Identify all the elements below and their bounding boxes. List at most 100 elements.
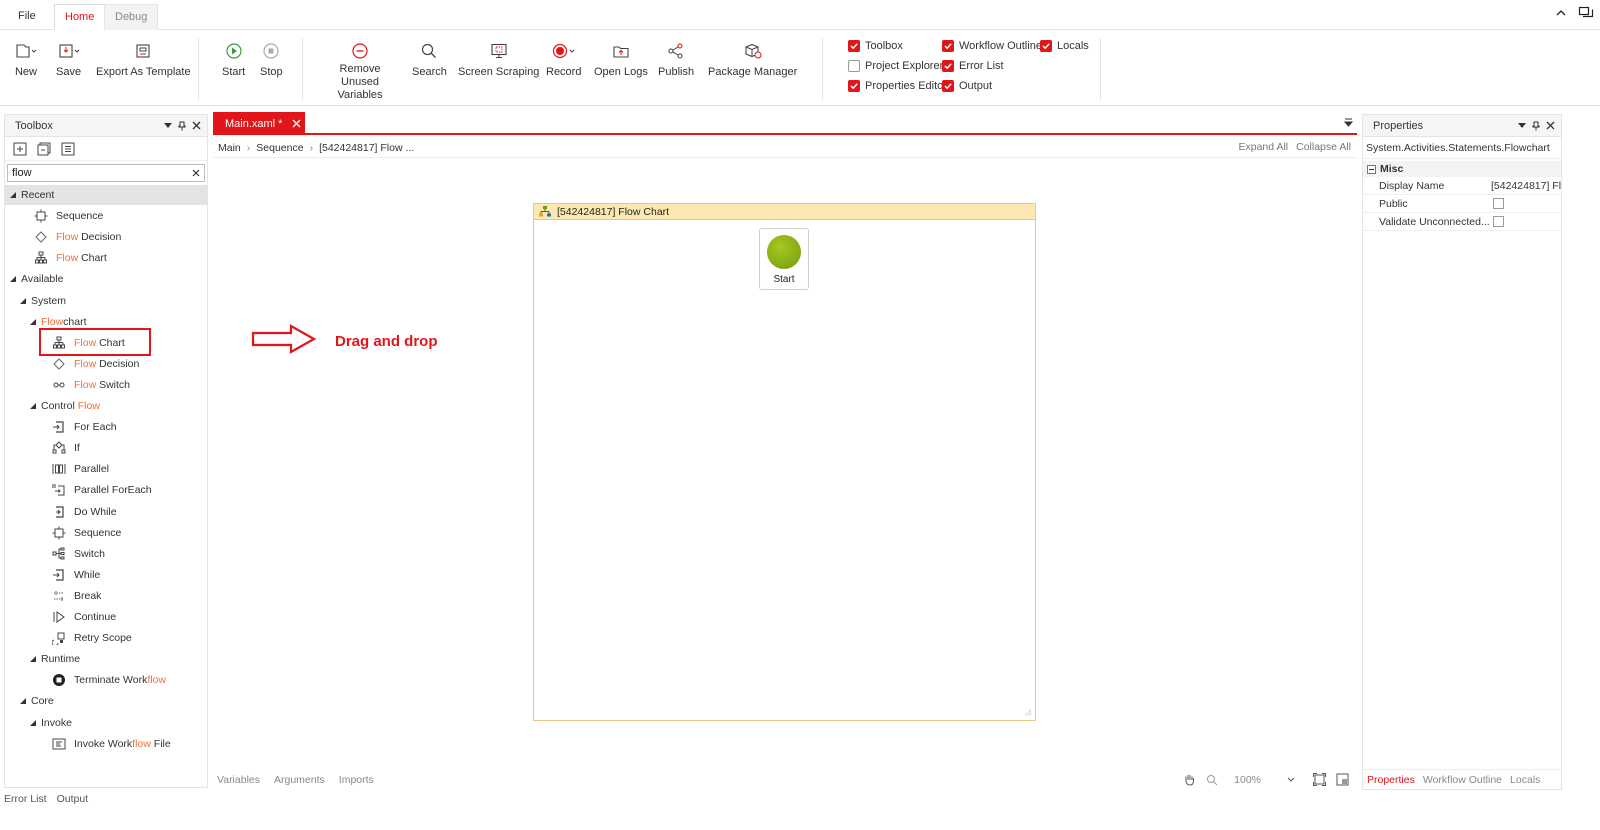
expand-triangle-icon[interactable] xyxy=(9,191,17,199)
close-icon[interactable] xyxy=(192,121,201,130)
tree-item[interactable]: While xyxy=(5,565,100,585)
collapse-ribbon-icon[interactable] xyxy=(1554,6,1568,20)
breadcrumb-main[interactable]: Main xyxy=(218,142,241,154)
pin-icon[interactable] xyxy=(1532,121,1540,131)
remove-unused-variables-button[interactable]: Remove Unused Variables xyxy=(324,38,396,102)
tree-group[interactable]: Control Flow xyxy=(5,396,100,416)
flowchart-container[interactable]: [542424817] Flow Chart Start xyxy=(533,203,1036,721)
breadcrumb-flowchart[interactable]: [542424817] Flow ... xyxy=(319,142,414,154)
public-checkbox[interactable] xyxy=(1493,198,1504,209)
expand-triangle-icon[interactable] xyxy=(29,719,37,727)
tree-group[interactable]: Invoke xyxy=(5,713,72,733)
pan-hand-icon[interactable] xyxy=(1183,773,1196,786)
close-tab-icon[interactable] xyxy=(292,119,301,128)
overview-map-icon[interactable] xyxy=(1336,773,1349,786)
tree-item[interactable]: Sequence xyxy=(5,206,103,226)
close-icon[interactable] xyxy=(1546,121,1555,130)
toggle-properties-editor[interactable]: Properties Editor xyxy=(848,80,947,92)
expand-all-link[interactable]: Expand All xyxy=(1239,141,1289,153)
start-button[interactable]: Start xyxy=(222,38,245,79)
menu-tab-home[interactable]: Home xyxy=(54,4,106,30)
tab-output[interactable]: Output xyxy=(57,793,89,805)
chat-feedback-icon[interactable] xyxy=(1578,6,1594,20)
collapse-category-icon[interactable] xyxy=(1367,164,1376,174)
tree-item[interactable]: Parallel xyxy=(5,459,109,479)
tab-overflow-icon[interactable] xyxy=(1344,118,1353,127)
document-tab-main[interactable]: Main.xaml * xyxy=(213,112,305,135)
tree-item[interactable]: For Each xyxy=(5,417,117,437)
panel-menu-icon[interactable] xyxy=(164,122,172,129)
flowchart-header[interactable]: [542424817] Flow Chart xyxy=(534,204,1035,220)
tree-item[interactable]: Switch xyxy=(5,544,105,564)
arguments-tab[interactable]: Arguments xyxy=(274,774,325,786)
record-button[interactable]: Record xyxy=(546,38,581,79)
expand-triangle-icon[interactable] xyxy=(29,318,37,326)
tree-group[interactable]: System xyxy=(5,291,66,311)
zoom-search-icon[interactable] xyxy=(1206,774,1218,786)
expand-triangle-icon[interactable] xyxy=(9,275,17,283)
toggle-locals[interactable]: Locals xyxy=(1040,40,1089,52)
toggle-output[interactable]: Output xyxy=(942,80,992,92)
tree-item[interactable]: If xyxy=(5,438,80,458)
collapse-all-link[interactable]: Collapse All xyxy=(1296,141,1351,153)
toolbox-search-input[interactable]: flow xyxy=(7,164,205,182)
properties-category-misc[interactable]: Misc xyxy=(1363,161,1561,177)
tree-item[interactable]: Continue xyxy=(5,607,116,627)
tree-item[interactable]: Flow Decision xyxy=(5,227,121,247)
stop-button[interactable]: Stop xyxy=(260,38,283,79)
tree-item[interactable]: Retry Scope xyxy=(5,628,132,648)
tab-workflow-outline[interactable]: Workflow Outline xyxy=(1423,774,1502,786)
save-button[interactable]: Save xyxy=(56,38,81,79)
tree-item[interactable]: Break xyxy=(5,586,101,606)
designer-canvas[interactable]: Drag and drop [542424817] Flow Chart Sta… xyxy=(213,159,1357,769)
screen-scraping-button[interactable]: Screen Scraping xyxy=(458,38,539,79)
clear-search-icon[interactable] xyxy=(192,169,200,177)
panel-menu-icon[interactable] xyxy=(1518,122,1526,129)
breadcrumb-sequence[interactable]: Sequence xyxy=(256,142,303,154)
collapse-all-icon[interactable] xyxy=(37,142,51,156)
validate-unconnected-checkbox[interactable] xyxy=(1493,216,1504,227)
tree-item[interactable]: Terminate Workflow xyxy=(5,670,166,690)
tree-item[interactable]: Sequence xyxy=(5,523,121,543)
tree-group[interactable]: Runtime xyxy=(5,649,80,669)
tab-error-list[interactable]: Error List xyxy=(4,793,47,805)
toggle-project-explorer[interactable]: Project Explorer xyxy=(848,60,943,72)
export-template-button[interactable]: Export As Template xyxy=(96,38,191,79)
package-manager-button[interactable]: Package Manager xyxy=(708,38,797,79)
tree-item[interactable]: Flow Chart xyxy=(5,327,151,356)
open-logs-button[interactable]: Open Logs xyxy=(594,38,648,79)
expand-triangle-icon[interactable] xyxy=(29,402,37,410)
tab-locals[interactable]: Locals xyxy=(1510,774,1540,786)
tree-item[interactable]: Parallel ForEach xyxy=(5,480,152,500)
search-button[interactable]: Search xyxy=(412,38,447,79)
menu-tab-debug[interactable]: Debug xyxy=(104,4,159,30)
publish-button[interactable]: Publish xyxy=(658,38,694,79)
toggle-error-list[interactable]: Error List xyxy=(942,60,1004,72)
zoom-dropdown-icon[interactable] xyxy=(1287,777,1295,783)
tree-item[interactable]: Do While xyxy=(5,502,117,522)
fit-to-screen-icon[interactable] xyxy=(1313,773,1326,786)
zoom-level[interactable]: 100% xyxy=(1234,774,1261,786)
tree-group[interactable]: Core xyxy=(5,691,54,711)
pin-icon[interactable] xyxy=(178,121,186,131)
tab-properties[interactable]: Properties xyxy=(1367,774,1415,786)
expand-triangle-icon[interactable] xyxy=(19,297,27,305)
toggle-toolbox[interactable]: Toolbox xyxy=(848,40,903,52)
tree-item[interactable]: Flow Decision xyxy=(5,354,139,374)
tree-group[interactable]: Available xyxy=(5,269,63,289)
toggle-workflow-outline[interactable]: Workflow Outline xyxy=(942,40,1042,52)
tree-item[interactable]: Flow Chart xyxy=(5,248,107,268)
display-name-field[interactable]: [542424817] Flow xyxy=(1491,180,1561,192)
tree-item[interactable]: Flow Switch xyxy=(5,375,130,395)
menu-tab-file[interactable]: File xyxy=(8,4,46,30)
expand-triangle-icon[interactable] xyxy=(19,697,27,705)
imports-tab[interactable]: Imports xyxy=(339,774,374,786)
resize-grip-icon[interactable] xyxy=(1023,708,1032,717)
tree-group[interactable]: Recent xyxy=(5,185,207,205)
list-view-icon[interactable] xyxy=(61,142,75,156)
expand-triangle-icon[interactable] xyxy=(29,655,37,663)
start-node[interactable]: Start xyxy=(759,228,809,290)
new-button[interactable]: New xyxy=(14,38,38,79)
expand-all-icon[interactable] xyxy=(13,142,27,156)
variables-tab[interactable]: Variables xyxy=(217,774,260,786)
